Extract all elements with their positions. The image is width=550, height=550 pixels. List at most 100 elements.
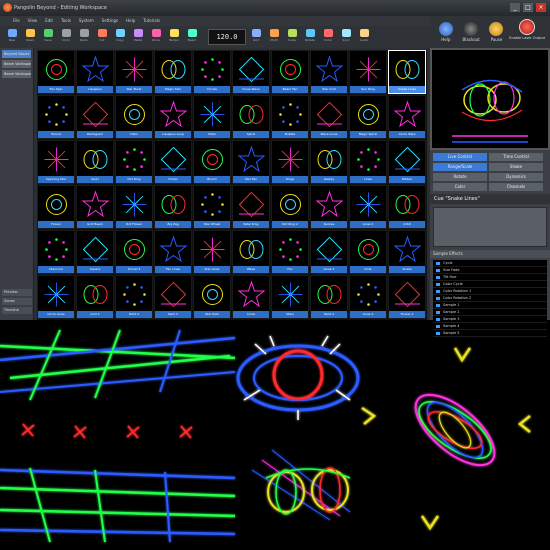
cue-cell[interactable]: Wave Lines xyxy=(310,95,348,139)
effect-list-item[interactable]: Tilt Hue xyxy=(433,274,547,281)
cue-cell[interactable]: Bubble xyxy=(271,95,309,139)
cue-cell[interactable]: Spiral xyxy=(232,95,270,139)
cue-cell[interactable]: Dot Ring xyxy=(115,140,153,184)
menu-file[interactable]: File xyxy=(10,16,23,26)
close-button[interactable]: × xyxy=(536,3,546,12)
cue-cell[interactable]: Lines 4 xyxy=(349,275,387,319)
toolbar-button-cut[interactable]: Cut xyxy=(94,28,110,46)
tab-rotate[interactable]: Rotate xyxy=(433,173,487,181)
cue-cell[interactable]: Tunnel 2 xyxy=(115,230,153,274)
cue-cell[interactable]: Circles xyxy=(193,50,231,94)
menu-system[interactable]: System xyxy=(76,16,97,26)
cue-cell[interactable]: Star Burst xyxy=(115,50,153,94)
pause-button[interactable]: Pause xyxy=(489,22,504,42)
cue-cell[interactable]: Lissajous xyxy=(76,50,114,94)
cue-cell[interactable]: Vortex xyxy=(154,140,192,184)
cue-cell[interactable]: Petal Ring xyxy=(232,185,270,229)
cue-cell[interactable]: Fan xyxy=(271,230,309,274)
cue-cell[interactable]: Diamond xyxy=(37,230,75,274)
cue-cell[interactable]: Star Dots xyxy=(193,275,231,319)
cue-cell[interactable]: Grid 2 xyxy=(76,275,114,319)
cue-cell[interactable]: Ribbon xyxy=(388,140,426,184)
cue-cell[interactable]: Square xyxy=(76,230,114,274)
cue-cell[interactable]: Sun Ring xyxy=(349,50,387,94)
sidebar-preview[interactable]: Preview xyxy=(2,289,32,296)
cue-cell[interactable]: Star Fan xyxy=(232,140,270,184)
cue-cell[interactable]: Magic Star xyxy=(154,50,192,94)
cue-cell[interactable]: Star Grid xyxy=(310,50,348,94)
minimize-button[interactable]: _ xyxy=(510,3,520,12)
toolbar-button-zone[interactable]: Zone xyxy=(148,28,164,46)
cue-cell[interactable]: Circle Lines xyxy=(37,275,75,319)
menu-edit[interactable]: Edit xyxy=(42,16,56,26)
cue-cell[interactable]: Star Wheel xyxy=(193,185,231,229)
cue-cell[interactable]: Fan Lines xyxy=(154,230,192,274)
cue-cell[interactable]: Fan Spin xyxy=(37,50,75,94)
cue-cell[interactable]: Snake xyxy=(388,230,426,274)
toolbar-button-rotate[interactable]: Rotate xyxy=(302,28,318,46)
toolbar-button-copy[interactable]: Copy xyxy=(112,28,128,46)
tab-channels[interactable]: Channels xyxy=(489,183,543,191)
tab-dynamics[interactable]: Dynamics xyxy=(489,173,543,181)
effect-list-item[interactable]: Color Rotation 1 xyxy=(433,288,547,295)
cue-cell[interactable]: Flower xyxy=(37,185,75,229)
cue-cell[interactable]: Circle Wipe xyxy=(388,95,426,139)
toolbar-button-multi[interactable]: Multi xyxy=(266,28,282,46)
cue-cell[interactable]: Cross Wave xyxy=(232,50,270,94)
menu-help[interactable]: Help xyxy=(123,16,138,26)
cue-cell[interactable]: Grid Beam xyxy=(76,185,114,229)
toolbar-button-open[interactable]: Open xyxy=(22,28,38,46)
toolbar-button-audio[interactable]: Audio xyxy=(356,28,372,46)
tab-live-control[interactable]: Live Control xyxy=(433,153,487,161)
maximize-button[interactable]: □ xyxy=(523,3,533,12)
cue-cell[interactable]: Lines xyxy=(349,140,387,184)
cue-cell[interactable]: Star Lines xyxy=(193,230,231,274)
enable-laser-output-button[interactable]: Enable Laser Output xyxy=(509,19,545,45)
sidebar-item-beam-2[interactable]: Beam Workspace 2 xyxy=(2,70,31,78)
cue-cell[interactable]: Stars xyxy=(271,275,309,319)
sidebar-item-basics[interactable]: Beyond Basics xyxy=(2,50,31,58)
cue-cell[interactable]: Beam Fan xyxy=(271,50,309,94)
cue-cell[interactable]: Lines 3 xyxy=(310,230,348,274)
cue-cell[interactable]: Cross xyxy=(232,275,270,319)
cue-cell[interactable]: Rings xyxy=(271,140,309,184)
cue-cell[interactable]: Helix 2 xyxy=(310,275,348,319)
toolbar-button-beam[interactable]: Beam xyxy=(184,28,200,46)
tab-color[interactable]: Color xyxy=(433,183,487,191)
cue-cell[interactable]: Spokes xyxy=(310,185,348,229)
tab-range-scale[interactable]: Range/Scale xyxy=(433,163,487,171)
toolbar-button-scale[interactable]: Scale xyxy=(284,28,300,46)
cue-cell[interactable]: Lines 2 xyxy=(349,185,387,229)
toolbar-button-save[interactable]: Save xyxy=(40,28,56,46)
menu-view[interactable]: View xyxy=(25,16,41,26)
menu-tutorials[interactable]: Tutorials xyxy=(140,16,163,26)
cue-cell[interactable]: Dot Flower xyxy=(115,185,153,229)
cue-cell[interactable]: Helix xyxy=(115,95,153,139)
menu-tools[interactable]: Tools xyxy=(58,16,74,26)
blackout-button[interactable]: Blackout xyxy=(463,22,480,42)
cue-cell[interactable]: Tunnel xyxy=(37,95,75,139)
cue-cell[interactable]: Petal xyxy=(193,95,231,139)
tab-time-control[interactable]: Time Control xyxy=(489,153,543,161)
toolbar-button-undo[interactable]: Undo xyxy=(58,28,74,46)
menu-settings[interactable]: Settings xyxy=(99,16,121,26)
sidebar-timeline[interactable]: Timeline xyxy=(2,307,32,314)
cue-cell[interactable]: Snake Lines xyxy=(388,50,426,94)
help-button[interactable]: Help xyxy=(438,22,453,42)
toolbar-button-tempo[interactable]: Tempo xyxy=(166,28,182,46)
sidebar-zones[interactable]: Zones xyxy=(2,298,32,305)
cue-cell[interactable]: Zig Zag xyxy=(154,185,192,229)
effect-list-item[interactable]: Color Cycle xyxy=(433,281,547,288)
cue-cell[interactable]: Bloom xyxy=(193,140,231,184)
toolbar-button-redo[interactable]: Redo xyxy=(76,28,92,46)
cue-cell[interactable]: Dots xyxy=(349,230,387,274)
tab-shake[interactable]: Shake xyxy=(489,163,543,171)
sidebar-item-beam-1[interactable]: Beam Workspace 1 xyxy=(2,60,31,68)
toolbar-button-grid[interactable]: Grid xyxy=(248,28,264,46)
cue-cell[interactable]: Spinning Star xyxy=(37,140,75,184)
cue-cell[interactable]: Magic Spiral xyxy=(349,95,387,139)
effect-list-item[interactable]: Size Fade xyxy=(433,267,547,274)
toolbar-button-new[interactable]: New xyxy=(4,28,20,46)
cue-cell[interactable]: Orbit 2 xyxy=(115,275,153,319)
toolbar-button-sync[interactable]: Sync xyxy=(338,28,354,46)
